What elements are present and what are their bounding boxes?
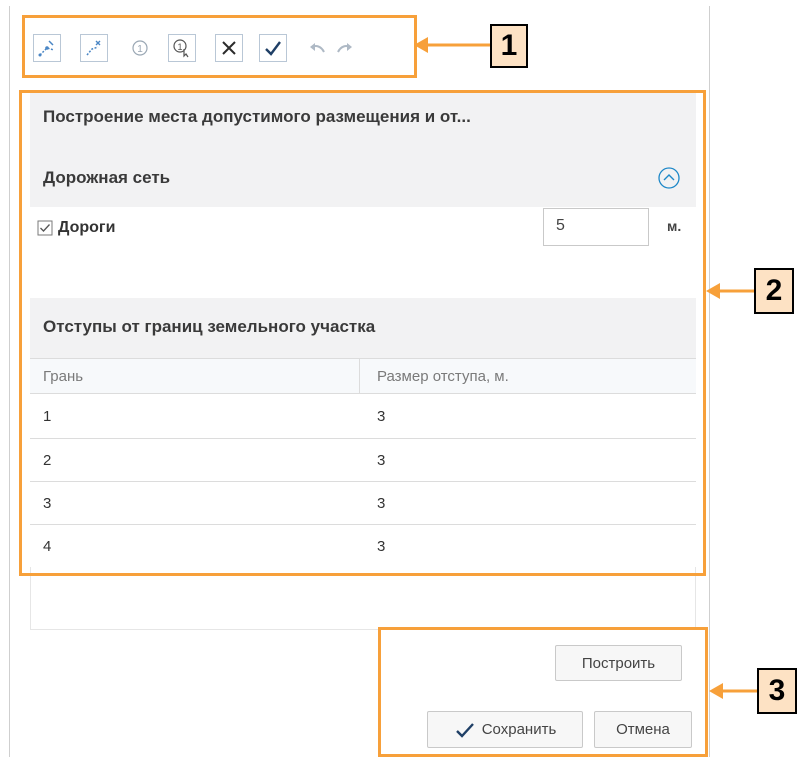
callout-arrow-2 <box>706 283 754 299</box>
callout-arrow-1 <box>414 37 492 53</box>
table-empty-area <box>30 567 696 630</box>
callout-number-2: 2 <box>754 268 794 314</box>
highlight-actions <box>378 627 708 757</box>
callout-arrow-3 <box>709 683 757 699</box>
highlight-form <box>19 90 706 576</box>
callout-number-3: 3 <box>757 668 797 714</box>
callout-number-1: 1 <box>490 24 528 68</box>
highlight-toolbar <box>22 15 417 78</box>
